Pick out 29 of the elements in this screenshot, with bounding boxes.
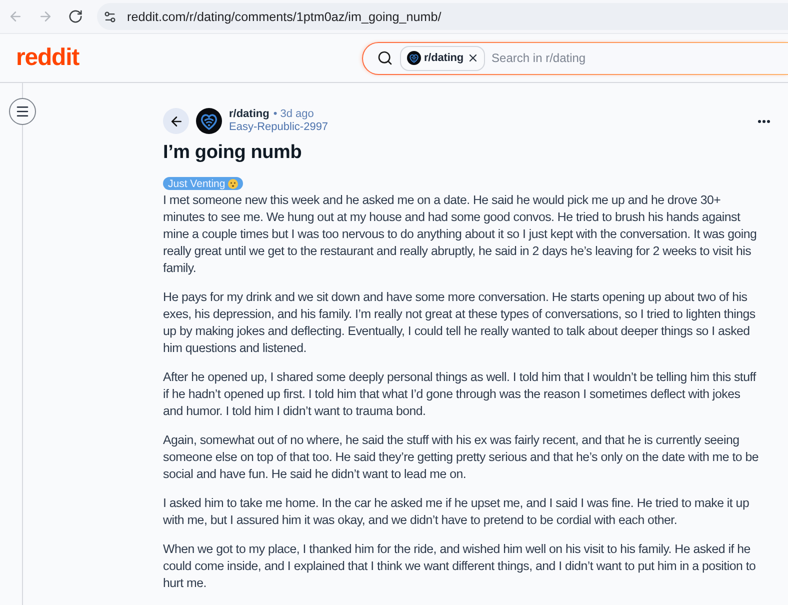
post-paragraph: Again, somewhat out of no where, he said the stuff with his ex was fairly recent, and that he is currently seeing someone else on top of that too. He said they’re getting pretty serious and that he’s only on the date with me to be social and have fun. He said he didn’t want to lead me on. [163, 432, 760, 483]
post-paragraph: I met someone new this week and he asked me on a date. He said he would pick me up and he drove 30+ minutes to see me. We hung out at my house and had some good convos. He tried to brush his hands against mine a couple times but I was too nervous to do anything about it so I just kept with the conversation. It was going really great until we get to the restaurant and really abruptly, he said in 2 days he’s leaving for 2 weeks to visit his family. [163, 192, 758, 277]
address-bar[interactable]: reddit.com/r/dating/comments/1ptm0az/im_going_numb/ [97, 3, 788, 30]
search-field[interactable]: r/dating Search in r/dating [362, 42, 788, 74]
heart-logo-icon [407, 51, 421, 65]
menu-icon [14, 104, 30, 119]
search-scope-chip[interactable]: r/dating [400, 46, 485, 70]
search-icon [377, 50, 393, 66]
heart-avatar-icon [196, 108, 222, 134]
chip-label: r/dating [424, 52, 464, 64]
post-paragraph: After he opened up, I shared some deeply personal things as well. I told him that I wouldn’t be telling him this stuff if he hadn’t opened up first. I told him that what I’d gone through was the reason I sometimes deflect with jokes and humor. I told him I didn’t want to trauma bond. [163, 369, 758, 420]
flair-label: Just Venting [168, 178, 226, 190]
close-icon [466, 52, 479, 64]
subreddit-link[interactable]: r/dating [229, 108, 270, 121]
sliders-icon [103, 10, 117, 24]
reload-icon [68, 9, 82, 24]
post-title: I’m going numb [163, 141, 303, 165]
author-link[interactable]: Easy-Republic-2997 [229, 121, 328, 134]
post-paragraph: He pays for my drink and we sit down and have some more conversation. He starts opening up about two of his exes, his depression, and his family. I’m really not great at these types of conversations, so I tried to lighten things up by making jokes and deflecting. Eventually, I could tell he really wanted to talk about deeper things so I asked him questions and listened. [163, 289, 756, 357]
more-icon [758, 120, 770, 122]
menu-button[interactable] [8, 98, 36, 125]
post-paragraph: I asked him to take me home. In the car he asked me if he upset me, and I said I was fine. He tried to make it up with me, but I assured him it was okay, and we didn’t have to pretend to be cordial with each other. [163, 495, 750, 529]
arrow-right-icon [38, 9, 52, 24]
url-text: reddit.com/r/dating/comments/1ptm0az/im_going_numb/ [127, 10, 442, 24]
back-button[interactable] [163, 108, 189, 134]
post-time: • 3d ago [273, 108, 314, 121]
chip-remove-button[interactable] [466, 52, 479, 64]
post-paragraph: When we got to my place, I thanked him for the ride, and wished him well on his visit to his family. He asked if he could come inside, and I explained that I think we want different things, and I didn’t want to put him in a position to hurt me. [163, 541, 757, 592]
face-emoji-icon [228, 178, 238, 188]
